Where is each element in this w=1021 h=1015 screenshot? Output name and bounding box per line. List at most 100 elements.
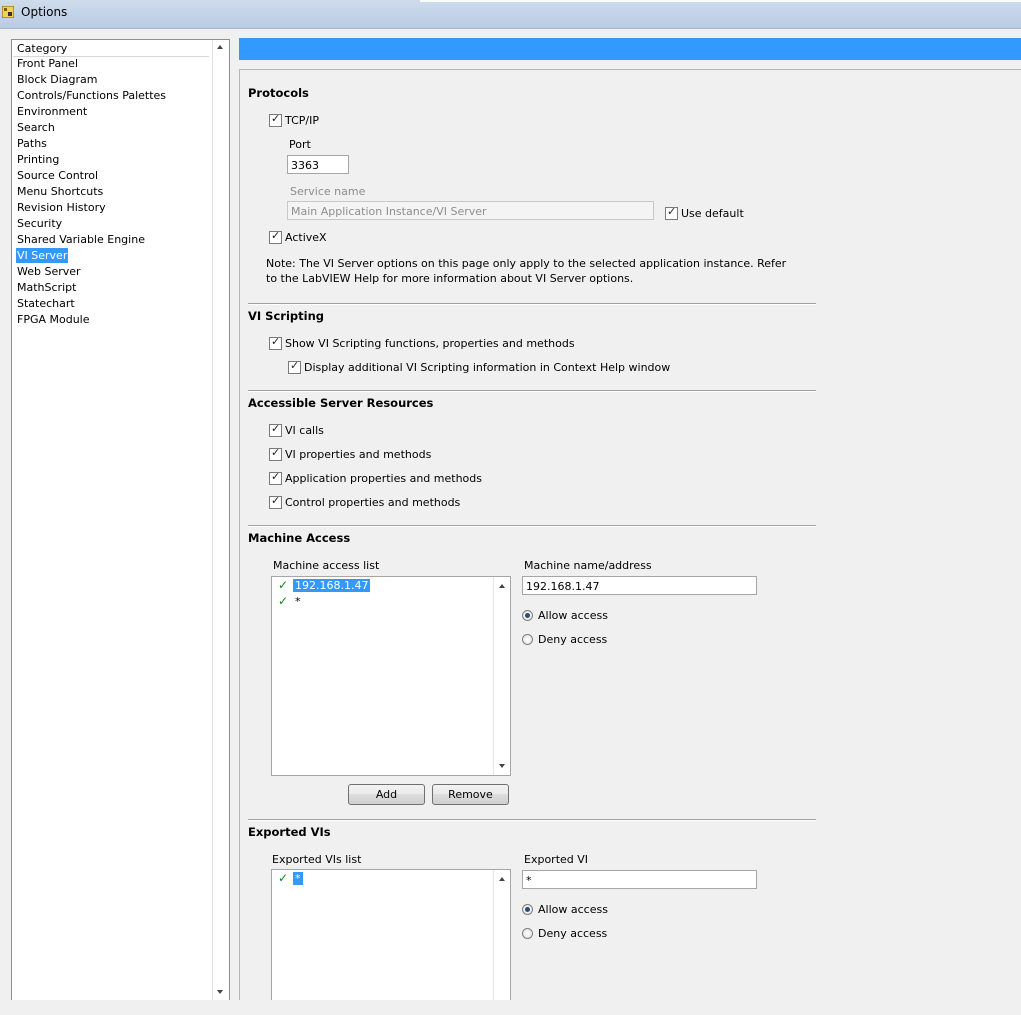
machine-list-item[interactable]: * [295,595,301,608]
control-properties-checkbox[interactable]: ✓ [269,494,282,509]
window-title: Options [21,5,68,19]
check-icon: ✓ [271,470,281,483]
show-scripting-label[interactable]: Show VI Scripting functions, properties … [285,337,575,350]
radio-selected-dot [525,613,530,618]
vi-calls-label[interactable]: VI calls [285,424,324,437]
exported-allow-label[interactable]: Allow access [538,903,608,916]
scroll-up-icon[interactable] [499,584,505,588]
category-item-shared-variable-engine[interactable]: Shared Variable Engine [17,232,145,247]
use-default-checkbox[interactable]: ✓ [665,205,678,220]
category-item-fpga-module[interactable]: FPGA Module [17,312,90,327]
scroll-up-icon[interactable] [217,45,223,49]
category-header-label: Category [17,42,68,55]
category-item-controls-functions-palettes[interactable]: Controls/Functions Palettes [17,88,166,103]
port-label: Port [289,138,311,151]
category-header: Category [13,41,209,57]
category-item-statechart[interactable]: Statechart [17,296,75,311]
check-icon: ✓ [271,335,281,348]
machine-access-list-label: Machine access list [273,559,380,572]
machine-name-label: Machine name/address [524,559,652,572]
machine-deny-radio[interactable] [522,634,533,645]
divider [248,819,816,821]
category-item-mathscript[interactable]: MathScript [17,280,76,295]
check-icon: ✓ [271,494,281,507]
service-name-label: Service name [290,185,366,198]
machine-allow-radio[interactable] [522,610,533,621]
category-item-paths[interactable]: Paths [17,136,47,151]
category-item-source-control[interactable]: Source Control [17,168,98,183]
allowed-check-icon: ✓ [278,594,289,608]
divider [248,303,816,305]
divider [248,525,816,527]
machine-deny-label[interactable]: Deny access [538,633,607,646]
vi-calls-checkbox[interactable]: ✓ [269,422,282,437]
check-icon: ✓ [271,422,281,435]
activex-checkbox[interactable]: ✓ [269,229,282,244]
check-icon: ✓ [271,229,281,242]
app-properties-label[interactable]: Application properties and methods [285,472,482,485]
tcpip-checkbox[interactable]: ✓ [269,112,282,127]
machine-list-item[interactable]: 192.168.1.47 [293,579,371,592]
title-glare [420,0,1021,2]
app-properties-checkbox[interactable]: ✓ [269,470,282,485]
category-item-front-panel[interactable]: Front Panel [17,56,78,71]
accessible-resources-title: Accessible Server Resources [248,396,434,410]
allowed-check-icon: ✓ [278,871,289,885]
exported-list-scrollbar[interactable] [493,870,510,1008]
category-item-menu-shortcuts[interactable]: Menu Shortcuts [17,184,103,199]
protocols-title: Protocols [248,86,309,100]
category-item-printing[interactable]: Printing [17,152,59,167]
display-scripting-info-checkbox[interactable]: ✓ [288,359,301,374]
category-list[interactable]: Category Front Panel Block Diagram Contr… [11,39,230,1002]
vi-properties-label[interactable]: VI properties and methods [285,448,431,461]
note-line-1: Note: The VI Server options on this page… [266,257,787,270]
category-scrollbar[interactable] [212,40,229,1001]
check-icon: ✓ [271,112,281,125]
port-input[interactable]: 3363 [287,155,349,174]
page-header-bar [239,38,1021,60]
category-item-revision-history[interactable]: Revision History [17,200,106,215]
display-scripting-info-label[interactable]: Display additional VI Scripting informat… [304,361,670,374]
check-icon: ✓ [667,205,677,218]
vi-scripting-title: VI Scripting [248,309,324,323]
exported-allow-radio[interactable] [522,904,533,915]
machine-name-input[interactable]: 192.168.1.47 [522,576,757,595]
scroll-up-icon[interactable] [499,877,505,881]
exported-vis-list-label: Exported VIs list [272,853,362,866]
control-properties-label[interactable]: Control properties and methods [285,496,460,509]
service-name-input[interactable]: Main Application Instance/VI Server [287,201,654,220]
category-item-environment[interactable]: Environment [17,104,87,119]
remove-button[interactable]: Remove [432,784,509,805]
exported-vis-title: Exported VIs [248,825,331,839]
vi-properties-checkbox[interactable]: ✓ [269,446,282,461]
machine-access-title: Machine Access [248,531,351,545]
category-item-web-server[interactable]: Web Server [17,264,81,279]
category-item-security[interactable]: Security [17,216,62,231]
show-scripting-checkbox[interactable]: ✓ [269,335,282,350]
exported-vi-input[interactable]: * [522,870,757,889]
title-bar: Options [0,0,1021,29]
tcpip-label[interactable]: TCP/IP [285,114,319,127]
check-icon: ✓ [290,359,300,372]
activex-label[interactable]: ActiveX [285,231,327,244]
note-line-2: to the LabVIEW Help for more information… [266,272,634,285]
category-item-vi-server[interactable]: VI Server [16,248,69,263]
radio-selected-dot [525,907,530,912]
allowed-check-icon: ✓ [278,578,289,592]
check-icon: ✓ [271,446,281,459]
exported-list-item[interactable]: * [293,872,303,885]
category-item-search[interactable]: Search [17,120,55,135]
divider [248,390,816,392]
machine-allow-label[interactable]: Allow access [538,609,608,622]
exported-deny-label[interactable]: Deny access [538,927,607,940]
exported-vis-list[interactable]: ✓ * [271,869,511,1009]
scroll-down-icon[interactable] [499,764,505,768]
use-default-label[interactable]: Use default [681,207,744,220]
machine-access-list[interactable]: ✓ 192.168.1.47 ✓ * [271,576,511,776]
add-button[interactable]: Add [348,784,425,805]
category-item-block-diagram[interactable]: Block Diagram [17,72,97,87]
scroll-down-icon[interactable] [217,990,223,994]
exported-deny-radio[interactable] [522,928,533,939]
machine-list-scrollbar[interactable] [493,577,510,775]
window-bottom-edge [0,1000,1021,1015]
